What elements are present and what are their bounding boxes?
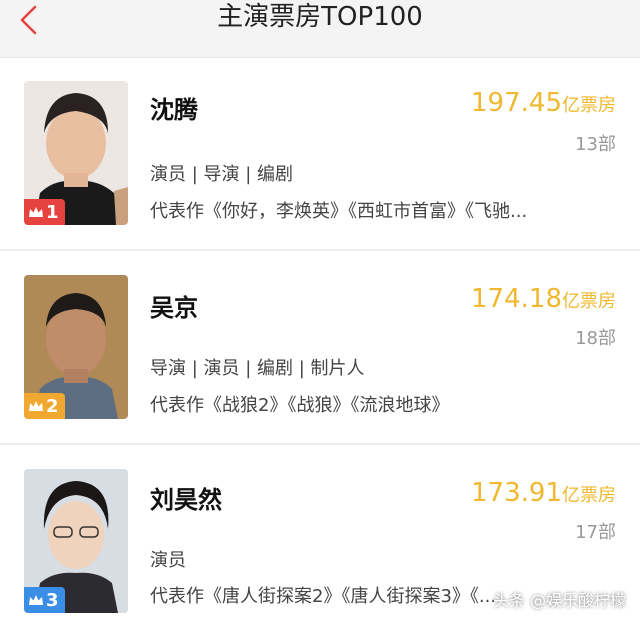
film-count: 18部 xyxy=(575,328,616,349)
watermark: 头条 @娱乐酸柠檬 xyxy=(492,591,626,610)
rank-number: 2 xyxy=(46,395,59,417)
actor-roles: 导演 | 演员 | 编剧 | 制片人 xyxy=(150,358,365,379)
box-office: 197.45亿票房 xyxy=(471,88,616,118)
top-bar: 主演票房TOP100 xyxy=(0,0,640,58)
box-office-value: 174.18 xyxy=(471,284,562,314)
actor-avatar: 3 xyxy=(24,469,128,613)
actor-avatar: 2 xyxy=(24,275,128,419)
box-office-unit: 亿票房 xyxy=(562,485,616,506)
rank-badge: 1 xyxy=(24,199,65,225)
divider xyxy=(0,443,640,445)
representative-works: 代表作《战狼2》《战狼》《流浪地球》 xyxy=(150,395,450,416)
actor-roles: 演员 xyxy=(150,550,186,571)
actor-avatar: 1 xyxy=(24,81,128,225)
actor-name: 吴京 xyxy=(150,294,198,322)
actor-name: 刘昊然 xyxy=(150,486,222,514)
crown-icon xyxy=(29,595,43,605)
actor-name: 沈腾 xyxy=(150,96,198,124)
representative-works: 代表作《你好，李焕英》《西虹市首富》《飞驰... xyxy=(150,201,528,222)
box-office-unit: 亿票房 xyxy=(562,95,616,116)
box-office-unit: 亿票房 xyxy=(562,291,616,312)
page-title: 主演票房TOP100 xyxy=(217,2,423,32)
box-office-value: 173.91 xyxy=(471,478,562,508)
film-count: 17部 xyxy=(575,522,616,543)
actor-row[interactable]: 1 沈腾 197.45亿票房 13部 演员 | 导演 | 编剧 代表作《你好，李… xyxy=(0,58,640,252)
rank-badge: 2 xyxy=(24,393,65,419)
rank-number: 3 xyxy=(46,589,59,611)
crown-icon xyxy=(29,401,43,411)
box-office: 174.18亿票房 xyxy=(471,284,616,314)
film-count: 13部 xyxy=(575,134,616,155)
actor-row[interactable]: 2 吴京 174.18亿票房 18部 导演 | 演员 | 编剧 | 制片人 代表… xyxy=(0,252,640,446)
rank-badge: 3 xyxy=(24,587,65,613)
box-office: 173.91亿票房 xyxy=(471,478,616,508)
rank-number: 1 xyxy=(46,201,59,223)
crown-icon xyxy=(29,207,43,217)
actor-roles: 演员 | 导演 | 编剧 xyxy=(150,164,294,185)
divider xyxy=(0,249,640,251)
box-office-value: 197.45 xyxy=(471,88,562,118)
